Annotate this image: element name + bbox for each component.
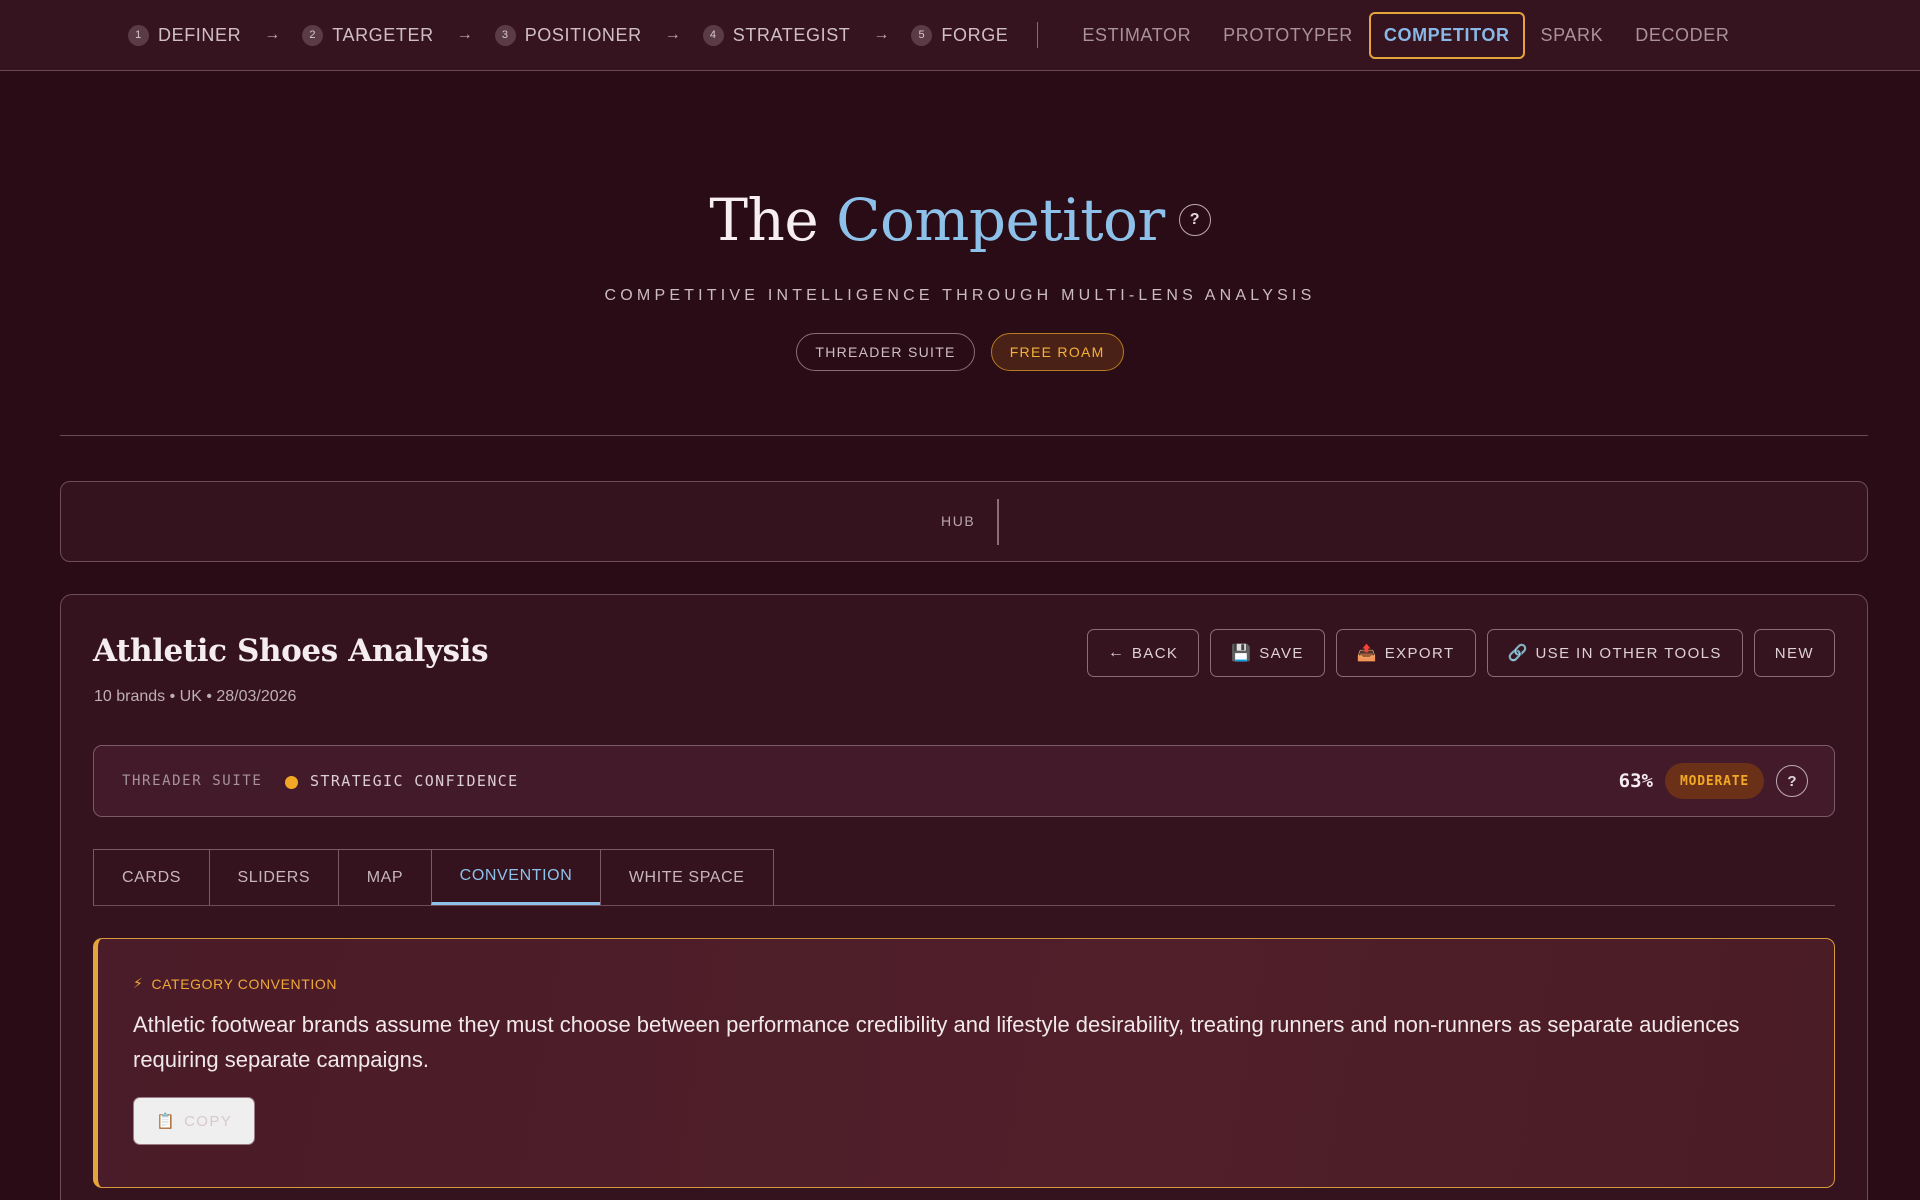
export-button-label: EXPORT xyxy=(1384,644,1455,662)
free-roam-badge[interactable]: FREE ROAM xyxy=(990,333,1124,371)
card-kicker-label: CATEGORY CONVENTION xyxy=(151,975,338,992)
tab-convention[interactable]: CONVENTION xyxy=(430,849,602,905)
new-button[interactable]: NEW xyxy=(1753,629,1835,677)
nav-step-strategist[interactable]: 4 STRATEGIST xyxy=(702,24,851,46)
analysis-panel: Athletic Shoes Analysis 10 brands • UK •… xyxy=(60,594,1868,1200)
arrow-left-icon: ← xyxy=(1107,644,1124,661)
page-title: The Competitor xyxy=(709,186,1165,254)
nav-step-forge[interactable]: 5 FORGE xyxy=(911,24,1009,46)
top-navigation: 1 DEFINER → 2 TARGETER → 3 POSITIONER → … xyxy=(0,0,1920,71)
convention-text: Athletic footwear brands assume they mus… xyxy=(133,1012,1740,1072)
category-convention-card: ⚡ CATEGORY CONVENTION Athletic footwear … xyxy=(93,938,1835,1188)
confidence-label: STRATEGIC CONFIDENCE xyxy=(310,772,519,790)
step-number-badge: 1 xyxy=(128,24,149,46)
confidence-level-badge: MODERATE xyxy=(1664,763,1764,799)
tab-sliders[interactable]: SLIDERS xyxy=(208,849,340,905)
arrow-right-icon: → xyxy=(873,26,890,43)
copy-button-label: COPY xyxy=(184,1112,233,1130)
arrow-right-icon: → xyxy=(664,26,681,43)
hub-link[interactable]: HUB xyxy=(941,513,975,529)
analysis-actions: ← BACK 💾 SAVE 📤 EXPORT 🔗 USE IN OTHER TO… xyxy=(1086,629,1835,677)
page-title-prefix: The xyxy=(709,186,819,254)
nav-step-targeter[interactable]: 2 TARGETER xyxy=(302,24,434,46)
use-in-other-tools-label: USE IN OTHER TOOLS xyxy=(1535,644,1722,662)
analysis-meta: 10 brands • UK • 28/03/2026 xyxy=(94,688,297,705)
save-button-label: SAVE xyxy=(1259,644,1304,662)
nav-tool-estimator[interactable]: ESTIMATOR xyxy=(1066,12,1207,59)
step-number-badge: 4 xyxy=(702,24,724,46)
step-number-badge: 3 xyxy=(494,24,516,46)
tab-white-space[interactable]: WHITE SPACE xyxy=(599,849,774,905)
copy-button[interactable]: 📋 COPY xyxy=(133,1097,256,1145)
nav-tool-competitor[interactable]: COMPETITOR xyxy=(1368,11,1525,59)
tab-cards[interactable]: CARDS xyxy=(93,849,211,905)
nav-step-definer[interactable]: 1 DEFINER xyxy=(128,24,242,46)
step-label: DEFINER xyxy=(158,24,242,45)
step-label: FORGE xyxy=(941,24,1009,45)
page-header: The Competitor ? xyxy=(0,186,1920,254)
back-button-label: BACK xyxy=(1131,644,1179,662)
nav-tool-prototyper[interactable]: PROTOTYPER xyxy=(1207,12,1369,59)
strategic-confidence-bar: THREADER SUITE STRATEGIC CONFIDENCE 63% … xyxy=(93,745,1835,817)
view-tabs: CARDS SLIDERS MAP CONVENTION WHITE SPACE xyxy=(93,849,1835,906)
threader-suite-badge[interactable]: THREADER SUITE xyxy=(796,333,975,371)
section-divider xyxy=(60,435,1868,436)
nav-divider xyxy=(1037,22,1039,48)
step-label: STRATEGIST xyxy=(732,24,851,45)
arrow-right-icon: → xyxy=(456,26,473,43)
mode-badges: THREADER SUITE FREE ROAM xyxy=(0,333,1920,371)
link-icon: 🔗 xyxy=(1507,645,1528,662)
export-button[interactable]: 📤 EXPORT xyxy=(1335,629,1476,677)
confidence-score: 63% MODERATE ? xyxy=(1619,763,1808,799)
step-label: POSITIONER xyxy=(524,24,642,45)
step-number-badge: 5 xyxy=(911,24,933,46)
help-icon[interactable]: ? xyxy=(1178,204,1211,236)
card-kicker: ⚡ CATEGORY CONVENTION xyxy=(133,975,337,992)
save-button[interactable]: 💾 SAVE xyxy=(1210,629,1325,677)
nav-step-positioner[interactable]: 3 POSITIONER xyxy=(494,24,642,46)
hub-bar: HUB xyxy=(60,481,1868,562)
confidence-suite-label: THREADER SUITE xyxy=(122,773,263,789)
nav-tool-decoder[interactable]: DECODER xyxy=(1619,12,1745,59)
use-in-other-tools-button[interactable]: 🔗 USE IN OTHER TOOLS xyxy=(1486,629,1743,677)
outbox-tray-icon: 📤 xyxy=(1356,645,1377,662)
clipboard-icon: 📋 xyxy=(156,1113,177,1130)
step-number-badge: 2 xyxy=(302,24,324,46)
floppy-disk-icon: 💾 xyxy=(1231,645,1252,662)
analysis-title: Athletic Shoes Analysis xyxy=(93,633,489,669)
hub-separator xyxy=(997,499,999,545)
nav-tool-spark[interactable]: SPARK xyxy=(1525,12,1620,59)
lightning-icon: ⚡ xyxy=(133,975,144,991)
tab-map[interactable]: MAP xyxy=(337,849,433,905)
help-icon[interactable]: ? xyxy=(1776,765,1808,797)
page-title-accent: Competitor xyxy=(836,186,1165,254)
status-dot-icon xyxy=(285,776,298,789)
page-subtitle: COMPETITIVE INTELLIGENCE THROUGH MULTI-L… xyxy=(604,287,1316,304)
confidence-percent: 63% xyxy=(1618,770,1653,792)
step-label: TARGETER xyxy=(332,24,434,45)
arrow-right-icon: → xyxy=(264,26,281,43)
back-button[interactable]: ← BACK xyxy=(1086,629,1200,677)
